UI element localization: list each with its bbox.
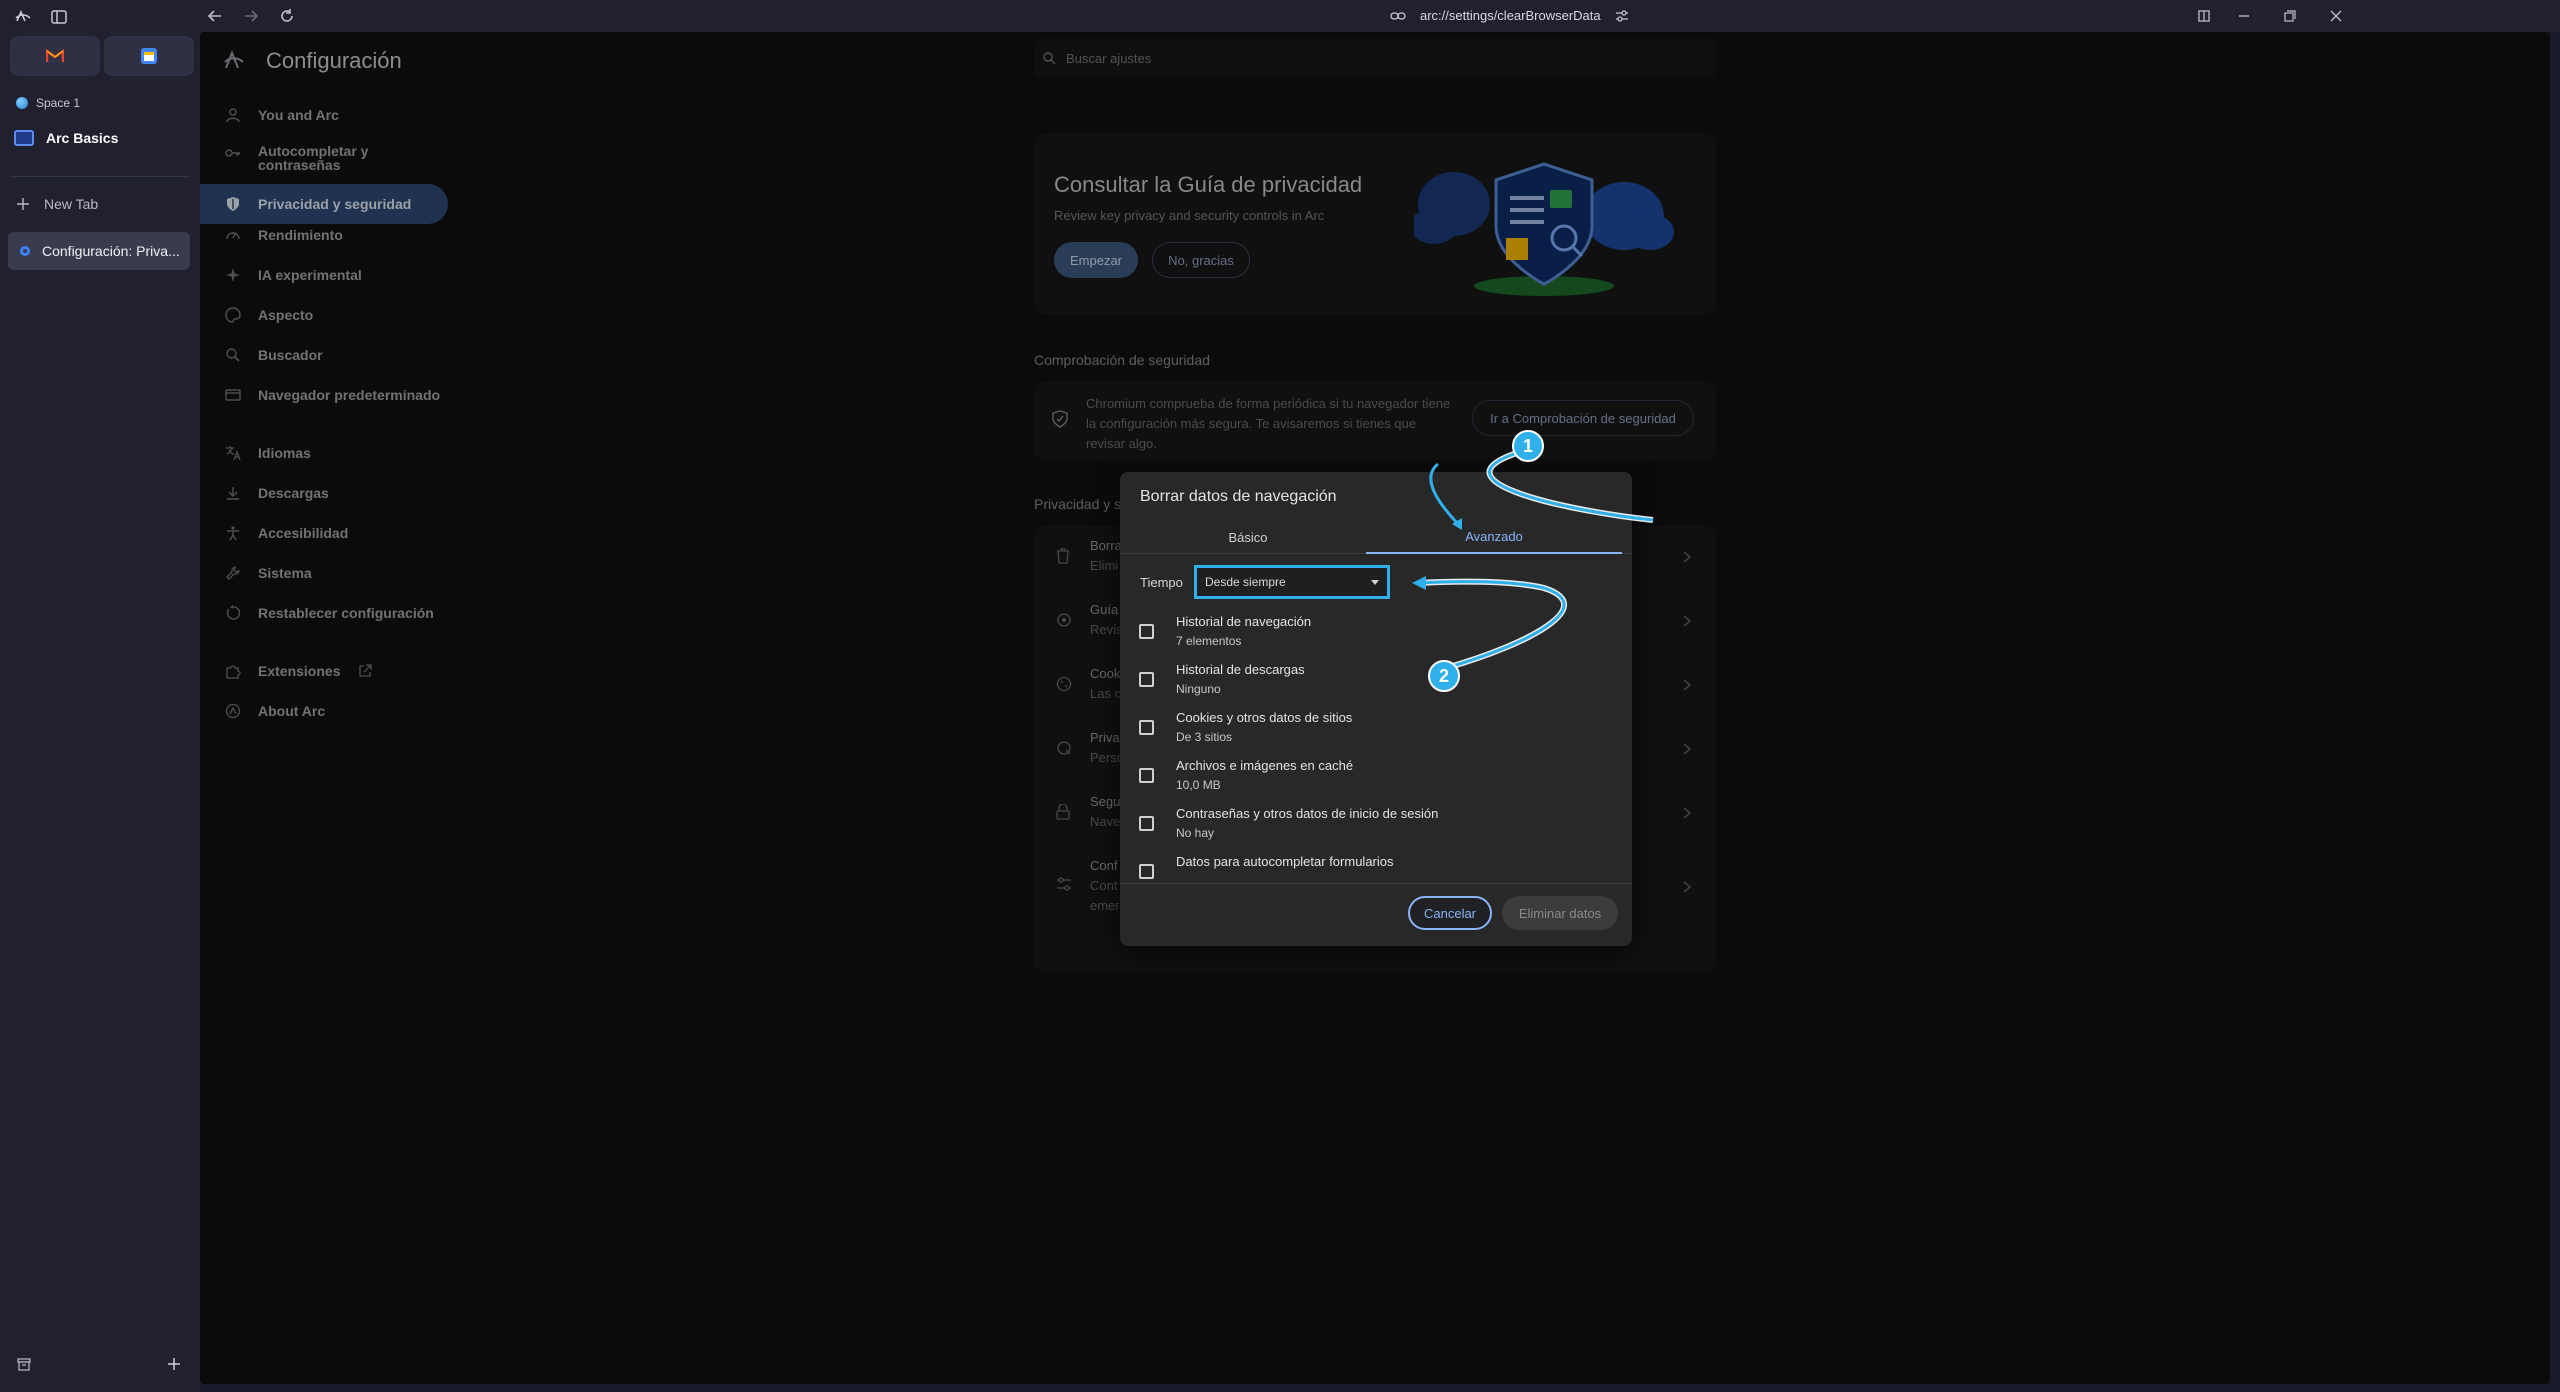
plus-icon [16,197,30,211]
archive-icon[interactable] [16,1356,32,1372]
new-tab-button[interactable]: New Tab [16,196,98,212]
calendar-icon [140,47,158,65]
top-toolbar: arc://settings/clearBrowserData [200,0,2560,32]
settings-page: Configuración You and Arc Autocompletar … [200,32,2550,1384]
space-indicator[interactable]: Space 1 [16,96,80,110]
settings-gear-icon [18,244,32,258]
close-window-icon[interactable] [2328,8,2344,24]
folder-icon [14,130,34,146]
url-text: arc://settings/clearBrowserData [1420,8,1601,23]
active-tab[interactable]: Configuración: Priva... [8,232,190,270]
arc-logo-icon[interactable] [14,8,32,26]
active-tab-label: Configuración: Priva... [42,243,180,259]
arc-sidebar: Space 1 Arc Basics New Tab Configuración… [0,0,200,1392]
gmail-favorite[interactable] [10,36,100,76]
sidebar-divider [10,176,190,177]
calendar-favorite[interactable] [104,36,194,76]
annotation-badge-1: 1 [1512,430,1544,462]
back-icon[interactable] [206,7,224,25]
address-bar[interactable]: arc://settings/clearBrowserData [1390,8,1629,23]
minimize-icon[interactable] [2236,8,2252,24]
split-view-icon[interactable] [2196,8,2212,24]
folder-arc-basics[interactable]: Arc Basics [14,130,118,146]
site-controls-icon[interactable] [1615,9,1629,22]
space-name: Space 1 [36,96,81,110]
new-tab-label: New Tab [44,196,99,212]
annotation-badge-2: 2 [1428,660,1460,692]
maximize-icon[interactable] [2282,8,2298,24]
add-space-icon[interactable] [166,1356,182,1372]
forward-icon[interactable] [242,7,260,25]
annotation-arrows [1412,449,1654,671]
space-globe-icon [16,97,28,109]
gmail-icon [46,49,64,63]
toggle-sidebar-icon[interactable] [50,8,68,26]
reload-icon[interactable] [278,7,296,25]
link-icon [1390,11,1406,21]
folder-name: Arc Basics [46,130,119,146]
